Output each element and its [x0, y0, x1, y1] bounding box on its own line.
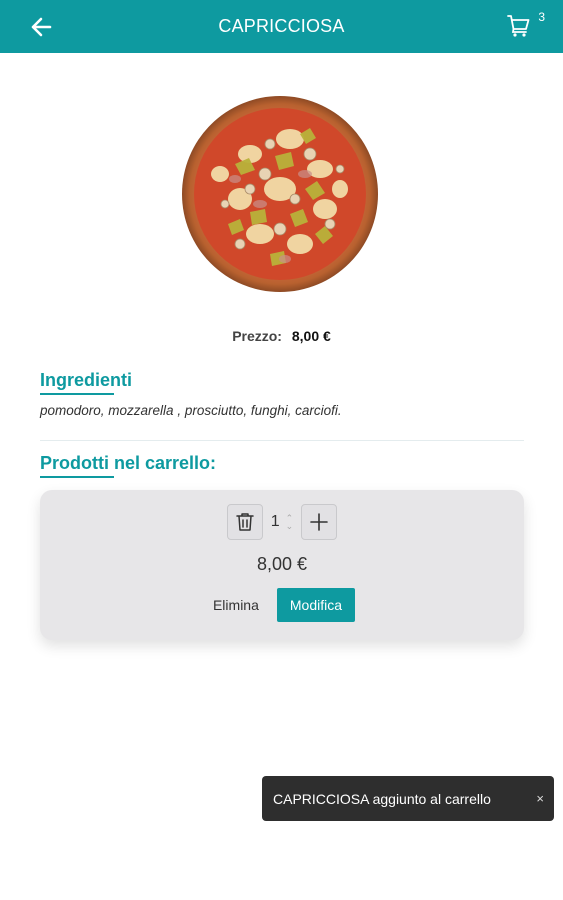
price-value: 8,00 €: [291, 328, 331, 344]
cart-item-card: 1 ⌃ ⌄ 8,00 € Elimina Modifica: [40, 490, 524, 640]
shopping-cart-icon: [507, 15, 530, 37]
pizza-image: [160, 76, 400, 312]
spinner-arrows-icon[interactable]: ⌃ ⌄: [286, 514, 294, 531]
quantity-value: 1: [270, 513, 280, 530]
trash-icon: [236, 513, 254, 531]
cart-button[interactable]: 3: [507, 10, 545, 42]
plus-icon: [310, 513, 328, 531]
increase-quantity-button[interactable]: [301, 504, 337, 540]
cart-count-badge: 3: [538, 10, 545, 24]
toast-notification: CAPRICCIOSA aggiunto al carrello ×: [262, 776, 554, 821]
remove-button[interactable]: Elimina: [209, 589, 263, 621]
toast-close-icon[interactable]: ×: [536, 791, 544, 806]
cart-products-heading: Prodotti nel carrello:: [40, 453, 217, 473]
quantity-input[interactable]: 1 ⌃ ⌄: [263, 504, 301, 540]
top-app-bar: CAPRICCIOSA 3: [0, 0, 563, 53]
ingredients-text: pomodoro, mozzarella , prosciutto, fungh…: [40, 403, 342, 418]
quantity-stepper: 1 ⌃ ⌄: [40, 504, 524, 540]
section-divider: [40, 440, 524, 441]
price-label: Prezzo:: [232, 328, 282, 344]
edit-button[interactable]: Modifica: [276, 588, 356, 622]
ingredients-heading: Ingredienti: [40, 370, 133, 390]
toast-message: CAPRICCIOSA aggiunto al carrello: [273, 790, 491, 807]
price-row: Prezzo: 8,00 €: [0, 328, 563, 344]
delete-item-button[interactable]: [227, 504, 263, 540]
cart-products-heading-underline: [40, 476, 114, 478]
ingredients-heading-underline: [40, 393, 114, 395]
line-item-price: 8,00 €: [256, 554, 308, 574]
cart-item-actions: Elimina Modifica: [40, 588, 524, 622]
page-title: CAPRICCIOSA: [218, 16, 345, 36]
